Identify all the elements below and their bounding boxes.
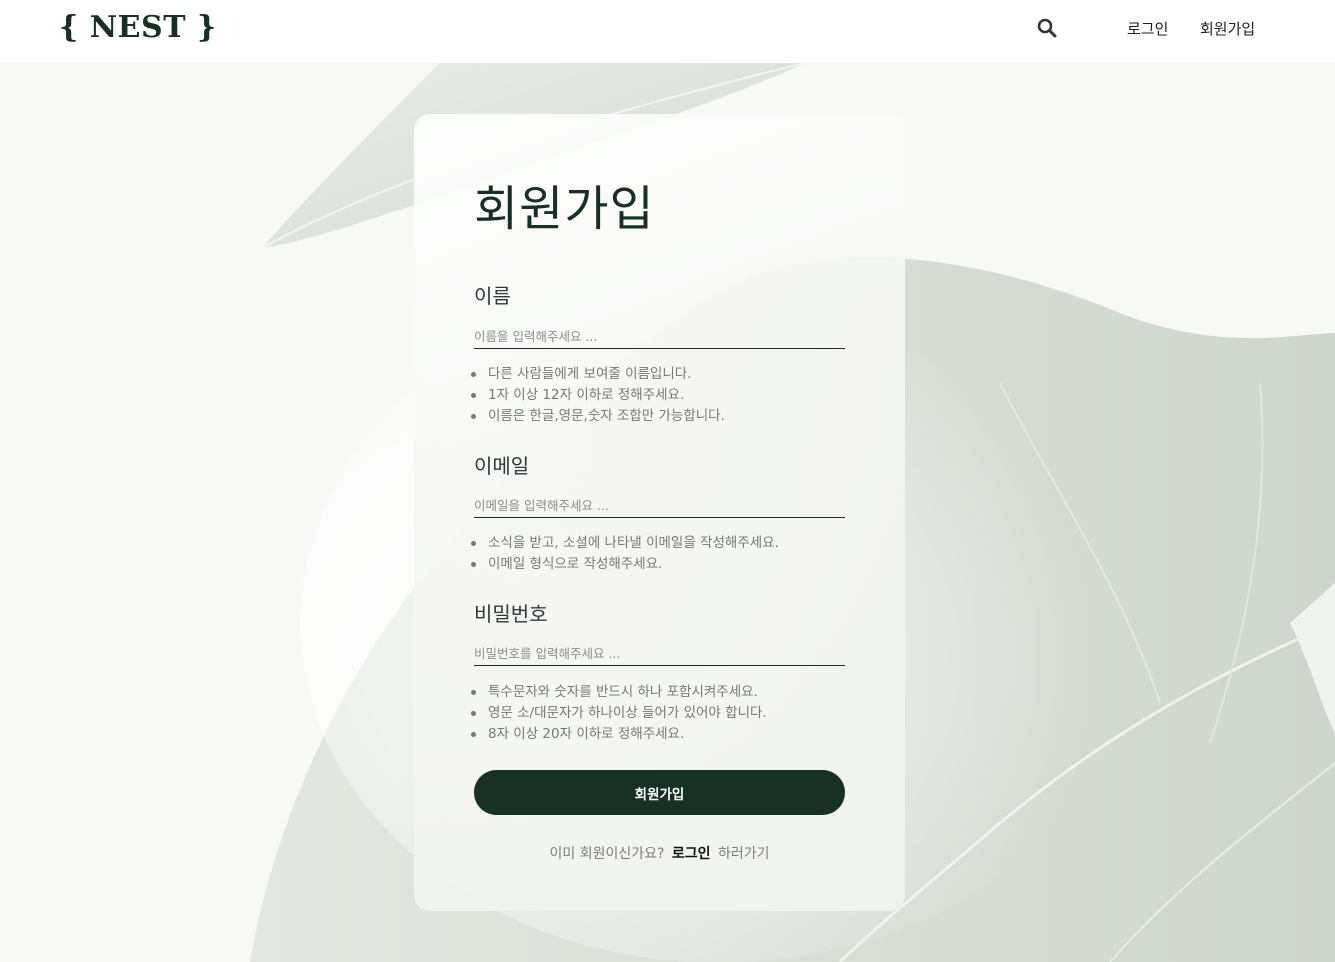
page-title: 회원가입 xyxy=(474,181,655,237)
email-input[interactable] xyxy=(474,494,845,518)
nav-login-link[interactable]: 로그인 xyxy=(1127,18,1168,39)
email-hints: 소식을 받고, 소셜에 나타낼 이메일을 작성해주세요. 이메일 형식으로 작성… xyxy=(471,533,888,575)
password-input[interactable] xyxy=(474,642,845,666)
password-label: 비밀번호 xyxy=(474,602,548,626)
email-hint: 이메일 형식으로 작성해주세요. xyxy=(471,554,888,575)
signup-page: { NEST } 로그인 회원가입 회원가입 이름 다른 사람들에게 보여줄 이… xyxy=(0,0,1335,962)
name-hints: 다른 사람들에게 보여줄 이름입니다. 1자 이상 12자 이하로 정해주세요.… xyxy=(471,364,888,427)
login-link[interactable]: 로그인 xyxy=(672,846,711,862)
nav-signup-link[interactable]: 회원가입 xyxy=(1200,18,1255,39)
name-hint: 이름은 한글,영문,숫자 조합만 가능합니다. xyxy=(471,406,888,427)
name-input[interactable] xyxy=(474,325,845,349)
top-header: { NEST } 로그인 회원가입 xyxy=(0,0,1335,63)
name-label: 이름 xyxy=(474,284,511,308)
password-hints: 특수문자와 숫자를 반드시 하나 포함시켜주세요. 영문 소/대문자가 하나이상… xyxy=(471,682,888,745)
name-hint: 다른 사람들에게 보여줄 이름입니다. xyxy=(471,364,888,385)
signup-card: 회원가입 이름 다른 사람들에게 보여줄 이름입니다. 1자 이상 12자 이하… xyxy=(414,114,905,911)
search-icon[interactable] xyxy=(1037,18,1057,38)
signup-submit-button[interactable]: 회원가입 xyxy=(474,770,845,815)
login-prompt: 이미 회원이신가요? 로그인 하러가기 xyxy=(414,843,905,863)
login-prompt-prefix: 이미 회원이신가요? xyxy=(549,846,665,862)
password-hint: 특수문자와 숫자를 반드시 하나 포함시켜주세요. xyxy=(471,682,888,703)
nest-logo[interactable]: { NEST } xyxy=(59,10,217,45)
email-hint: 소식을 받고, 소셜에 나타낼 이메일을 작성해주세요. xyxy=(471,533,888,554)
email-label: 이메일 xyxy=(474,454,530,478)
password-hint: 8자 이상 20자 이하로 정해주세요. xyxy=(471,724,888,745)
name-hint: 1자 이상 12자 이하로 정해주세요. xyxy=(471,385,888,406)
password-hint: 영문 소/대문자가 하나이상 들어가 있어야 합니다. xyxy=(471,703,888,724)
login-prompt-suffix: 하러가기 xyxy=(717,846,770,862)
